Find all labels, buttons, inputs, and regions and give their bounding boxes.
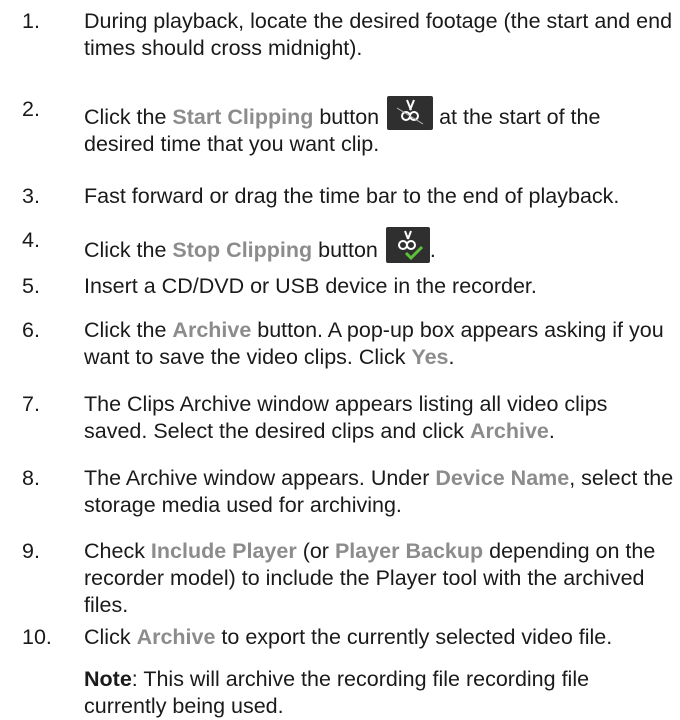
note-body: : This will archive the recording file r… (84, 667, 590, 718)
text-segment: Click the (84, 318, 173, 342)
text-segment: to export the currently selected video f… (215, 625, 613, 649)
step-text: Insert a CD/DVD or USB device in the rec… (84, 274, 537, 298)
step-text: Click Archive to export the currently se… (84, 624, 674, 651)
archive-label: Archive (172, 318, 252, 342)
start-clipping-icon (387, 96, 434, 130)
step-number: 2. (22, 97, 40, 121)
text-segment: Check (84, 539, 151, 563)
text-segment: . (548, 419, 555, 443)
text-segment: button (312, 238, 378, 262)
instructions-page: 1. During playback, locate the desired f… (0, 0, 680, 720)
step-text: Click the Archive button. A pop-up box a… (84, 317, 674, 371)
step-text: Click the Start Clipping button at the s… (84, 96, 674, 158)
player-backup-label: Player Backup (334, 539, 484, 563)
step-text: Check Include Player (or Player Backup d… (84, 538, 674, 619)
step-number: 7. (22, 392, 40, 416)
step-text: During playback, locate the desired foot… (84, 9, 673, 60)
text-segment: Click the (84, 105, 173, 129)
start-clipping-label: Start Clipping (172, 105, 314, 129)
step-number: 5. (22, 274, 40, 298)
device-name-label: Device Name (435, 466, 570, 490)
step-number: 8. (22, 466, 40, 490)
step-number: 6. (22, 318, 40, 342)
text-segment: (or (296, 539, 335, 563)
step-number: 10. (22, 625, 52, 649)
step-number: 9. (22, 539, 40, 563)
step-text: Click the Stop Clipping button. (84, 227, 674, 264)
stop-clipping-label: Stop Clipping (172, 238, 313, 262)
step-number: 4. (22, 228, 40, 252)
step-text: The Archive window appears. Under Device… (84, 465, 674, 519)
text-segment: . (429, 238, 436, 262)
text-segment: The Archive window appears. Under (84, 466, 436, 490)
text-segment: Click (84, 625, 137, 649)
text-segment: button (313, 105, 380, 129)
yes-label: Yes (411, 345, 449, 369)
step-text: The Clips Archive window appears listing… (84, 391, 674, 445)
text-segment: . (448, 345, 455, 369)
note-label: Note (84, 667, 132, 691)
archive-label: Archive (136, 625, 216, 649)
include-player-label: Include Player (150, 539, 297, 563)
step-text: Fast forward or drag the time bar to the… (84, 184, 620, 208)
archive-label: Archive (470, 419, 549, 443)
text-segment: Click the (84, 238, 173, 262)
step-number: 1. (22, 9, 40, 33)
note-text: Note: This will archive the recording fi… (84, 666, 674, 720)
step-number: 3. (22, 184, 40, 208)
stop-clipping-icon (385, 227, 430, 263)
